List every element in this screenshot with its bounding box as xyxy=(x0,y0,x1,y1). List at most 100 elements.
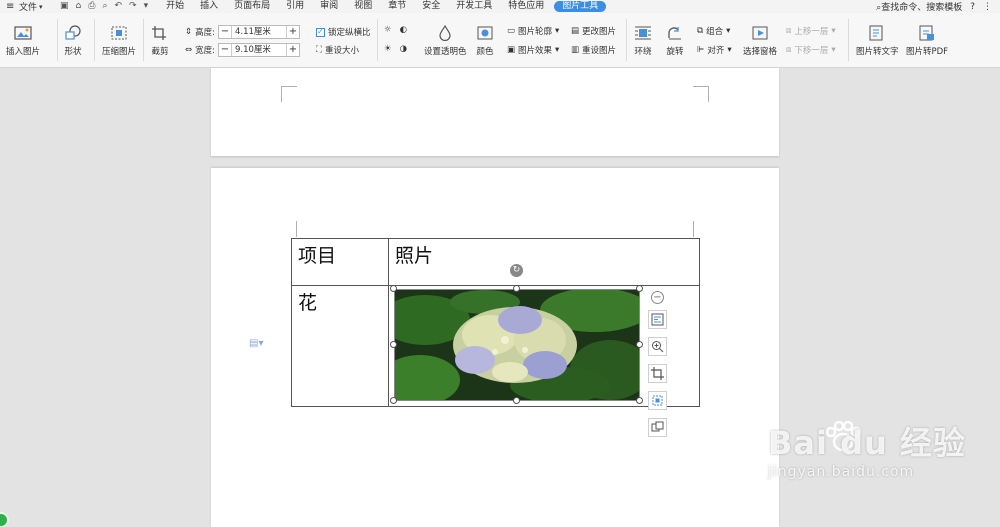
width-stepper[interactable]: − 9.10厘米 + xyxy=(218,43,300,57)
watermark-brand: Bai du 经验 xyxy=(768,424,966,462)
file-menu[interactable]: ≡ 文件 ▾ xyxy=(0,0,56,14)
resize-handle[interactable] xyxy=(390,341,397,348)
brightness-down-icon[interactable]: ☀ xyxy=(384,44,392,54)
reset-picture-icon: ▥ xyxy=(571,45,580,55)
tab-developer[interactable]: 开发工具 xyxy=(448,0,500,13)
change-picture-button[interactable]: ▤ 更改图片 xyxy=(571,25,616,37)
lock-ratio-checkbox[interactable]: ✓ 锁定纵横比 xyxy=(316,26,371,38)
tab-picture-tools[interactable]: 图片工具 xyxy=(554,1,607,12)
checkbox-checked-icon: ✓ xyxy=(316,27,325,37)
flower-photo[interactable] xyxy=(394,289,640,401)
divider xyxy=(848,19,849,61)
height-decrease-button[interactable]: − xyxy=(219,26,231,38)
bring-forward-button[interactable]: ⧈ 上移一层 ▾ xyxy=(786,25,836,37)
width-decrease-button[interactable]: − xyxy=(219,44,231,56)
tab-chapter[interactable]: 章节 xyxy=(380,0,414,13)
table-cell[interactable]: 照片 xyxy=(388,238,700,286)
command-search[interactable]: ⌕查找命令、搜索模板 xyxy=(876,0,962,13)
rotate-handle[interactable]: ↻ xyxy=(510,264,523,277)
shape-button[interactable]: 形状 xyxy=(63,24,83,57)
divider xyxy=(143,19,144,61)
tab-view[interactable]: 视图 xyxy=(346,0,380,13)
table-row: 项目 照片 xyxy=(291,238,700,286)
tab-page-layout[interactable]: 页面布局 xyxy=(226,0,278,13)
rotate-button[interactable]: 旋转 xyxy=(665,24,685,57)
height-input[interactable]: 4.11厘米 xyxy=(231,26,287,38)
set-transparent-button[interactable]: 设置透明色 xyxy=(424,24,467,57)
bring-forward-icon: ⧈ xyxy=(786,26,792,36)
file-menu-label: 文件 xyxy=(19,3,38,13)
resize-handle[interactable] xyxy=(513,285,520,292)
width-increase-button[interactable]: + xyxy=(287,44,299,56)
format-painter-icon[interactable]: ⌂ xyxy=(76,2,82,11)
tab-security[interactable]: 安全 xyxy=(414,0,448,13)
wrap-label: 环绕 xyxy=(634,47,652,57)
picture-edit-button[interactable] xyxy=(648,391,667,410)
tab-review[interactable]: 审阅 xyxy=(312,0,346,13)
ribbon-tabs: 开始 插入 页面布局 引用 审阅 视图 章节 安全 开发工具 特色应用 图片工具 xyxy=(158,0,607,13)
contrast-up-icon[interactable]: ◐ xyxy=(400,25,407,35)
picture-to-pdf-button[interactable]: 图片转PDF xyxy=(906,24,948,57)
resize-handle[interactable] xyxy=(390,397,397,404)
crop-button[interactable]: 截剪 xyxy=(150,24,170,57)
insert-picture-button[interactable]: 插入图片 xyxy=(6,24,40,57)
table-cell[interactable]: 花 xyxy=(291,285,389,407)
table-cell[interactable]: 项目 xyxy=(291,238,389,286)
resize-handle[interactable] xyxy=(636,341,643,348)
paragraph-anchor-icon[interactable]: ▤▾ xyxy=(249,338,263,349)
redo-icon[interactable]: ↷ xyxy=(129,2,137,11)
copy-picture-button[interactable] xyxy=(648,418,667,437)
print-icon[interactable]: ⎙ xyxy=(88,2,95,11)
layout-options-button[interactable] xyxy=(648,310,667,329)
assistant-icon[interactable] xyxy=(0,512,9,527)
customize-icon[interactable]: ▾ xyxy=(144,2,149,11)
change-picture-label: 更改图片 xyxy=(582,27,617,37)
height-increase-button[interactable]: + xyxy=(287,26,299,38)
insert-picture-label: 插入图片 xyxy=(6,47,41,57)
selection-pane-button[interactable]: 选择窗格 xyxy=(743,24,777,57)
resize-handle[interactable] xyxy=(513,397,520,404)
wrap-button[interactable]: 环绕 xyxy=(633,24,653,57)
margin-mark xyxy=(693,221,709,237)
reset-picture-button[interactable]: ▥ 重设图片 xyxy=(571,44,616,56)
divider xyxy=(57,19,58,61)
tab-insert[interactable]: 插入 xyxy=(192,0,226,13)
align-button[interactable]: ⊫ 对齐 ▾ xyxy=(697,44,732,56)
picture-outline-button[interactable]: ▭ 图片轮廓 ▾ xyxy=(507,25,559,37)
compress-picture-button[interactable]: 压缩图片 xyxy=(102,24,136,57)
help-button[interactable]: ? xyxy=(970,2,975,12)
tab-features[interactable]: 特色应用 xyxy=(500,0,552,13)
undo-icon[interactable]: ↶ xyxy=(114,2,122,11)
brightness-up-icon[interactable]: ☼ xyxy=(384,25,392,35)
save-icon[interactable]: ▣ xyxy=(60,2,69,11)
width-input[interactable]: 9.10厘米 xyxy=(231,44,287,56)
crop-tool-button[interactable] xyxy=(648,364,667,383)
group-label: 组合 xyxy=(706,27,724,37)
resize-handle[interactable] xyxy=(636,285,643,292)
collapse-icon[interactable]: − xyxy=(651,291,664,304)
chevron-down-icon: ▾ xyxy=(726,26,731,36)
set-transparent-label: 设置透明色 xyxy=(424,47,467,57)
tab-references[interactable]: 引用 xyxy=(278,0,312,13)
height-icon: ⇕ xyxy=(185,27,193,37)
chevron-down-icon: ▾ xyxy=(39,2,43,11)
picture-to-text-button[interactable]: 图片转文字 xyxy=(856,24,899,57)
height-stepper[interactable]: − 4.11厘米 + xyxy=(218,25,300,39)
width-control: ⇔ 宽度: − 9.10厘米 + xyxy=(185,43,300,57)
send-backward-label: 下移一层 xyxy=(794,46,829,56)
height-label: 高度: xyxy=(195,28,215,38)
color-button[interactable]: 颜色 xyxy=(475,24,495,57)
reset-size-icon: ⛶ xyxy=(316,45,322,55)
tab-home[interactable]: 开始 xyxy=(158,0,192,13)
send-backward-button[interactable]: ⧈ 下移一层 ▾ xyxy=(786,44,836,56)
print-preview-icon[interactable]: ⌕ xyxy=(102,2,107,11)
resize-handle[interactable] xyxy=(390,285,397,292)
reset-size-button[interactable]: ⛶ 重设大小 xyxy=(316,44,359,56)
zoom-picture-button[interactable] xyxy=(648,337,667,356)
contrast-down-icon[interactable]: ◑ xyxy=(400,44,407,54)
group-button[interactable]: ⧉ 组合 ▾ xyxy=(697,25,730,37)
menu-right: ⌕查找命令、搜索模板 ? ⋮ xyxy=(876,0,992,14)
resize-handle[interactable] xyxy=(636,397,643,404)
picture-effects-button[interactable]: ▣ 图片效果 ▾ xyxy=(507,44,559,56)
more-icon[interactable]: ⋮ xyxy=(983,2,992,12)
